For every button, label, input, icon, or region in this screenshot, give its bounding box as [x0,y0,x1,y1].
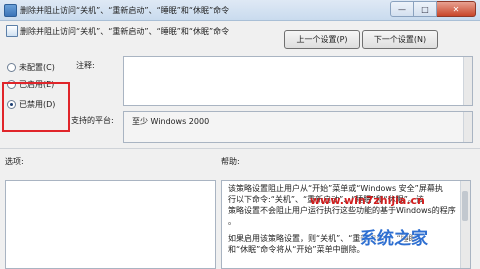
title-bar: 删除并阻止访问“关机”、“重新启动”、“睡眠”和“休眠”命令 — □ ✕ [0,0,480,21]
maximize-button[interactable]: □ [414,1,437,17]
platform-value: 至少 Windows 2000 [132,117,210,126]
close-button[interactable]: ✕ [437,1,476,17]
next-setting-button[interactable]: 下一个设置(N) [362,30,438,49]
options-label: 选项: [5,157,24,166]
radio-not-configured-label: 未配置(C) [19,63,55,72]
watermark: www.win7zhijia.cn 系统之家 [280,176,480,267]
window-controls: — □ ✕ [390,1,476,17]
previous-setting-button[interactable]: 上一个设置(P) [284,30,360,49]
help-label: 帮助: [221,157,240,166]
minimize-button[interactable]: — [390,1,414,17]
platform-scrollbar[interactable] [463,112,472,142]
comment-scrollbar[interactable] [463,57,472,105]
options-panel [5,180,216,269]
policy-name: 删除并阻止访问“关机”、“重新启动”、“睡眠”和“休眠”命令 [20,27,230,36]
comment-label: 注释: [76,61,95,70]
watermark-brand: 系统之家 [360,229,428,249]
comment-textarea[interactable] [123,56,473,106]
radio-not-configured[interactable]: 未配置(C) [7,62,55,73]
policy-editor-icon [4,4,17,17]
radio-not-configured-circle[interactable] [7,63,16,72]
watermark-url: www.win7zhijia.cn [310,194,425,207]
window-title: 删除并阻止访问“关机”、“重新启动”、“睡眠”和“休眠”命令 [20,6,230,15]
platform-field: 至少 Windows 2000 [123,111,473,143]
platform-label: 支持的平台: [71,116,114,125]
section-divider [0,148,480,149]
red-highlight-box [2,82,70,132]
policy-setting-icon [6,25,18,37]
policy-header: 删除并阻止访问“关机”、“重新启动”、“睡眠”和“休眠”命令 上一个设置(P) … [0,21,480,51]
